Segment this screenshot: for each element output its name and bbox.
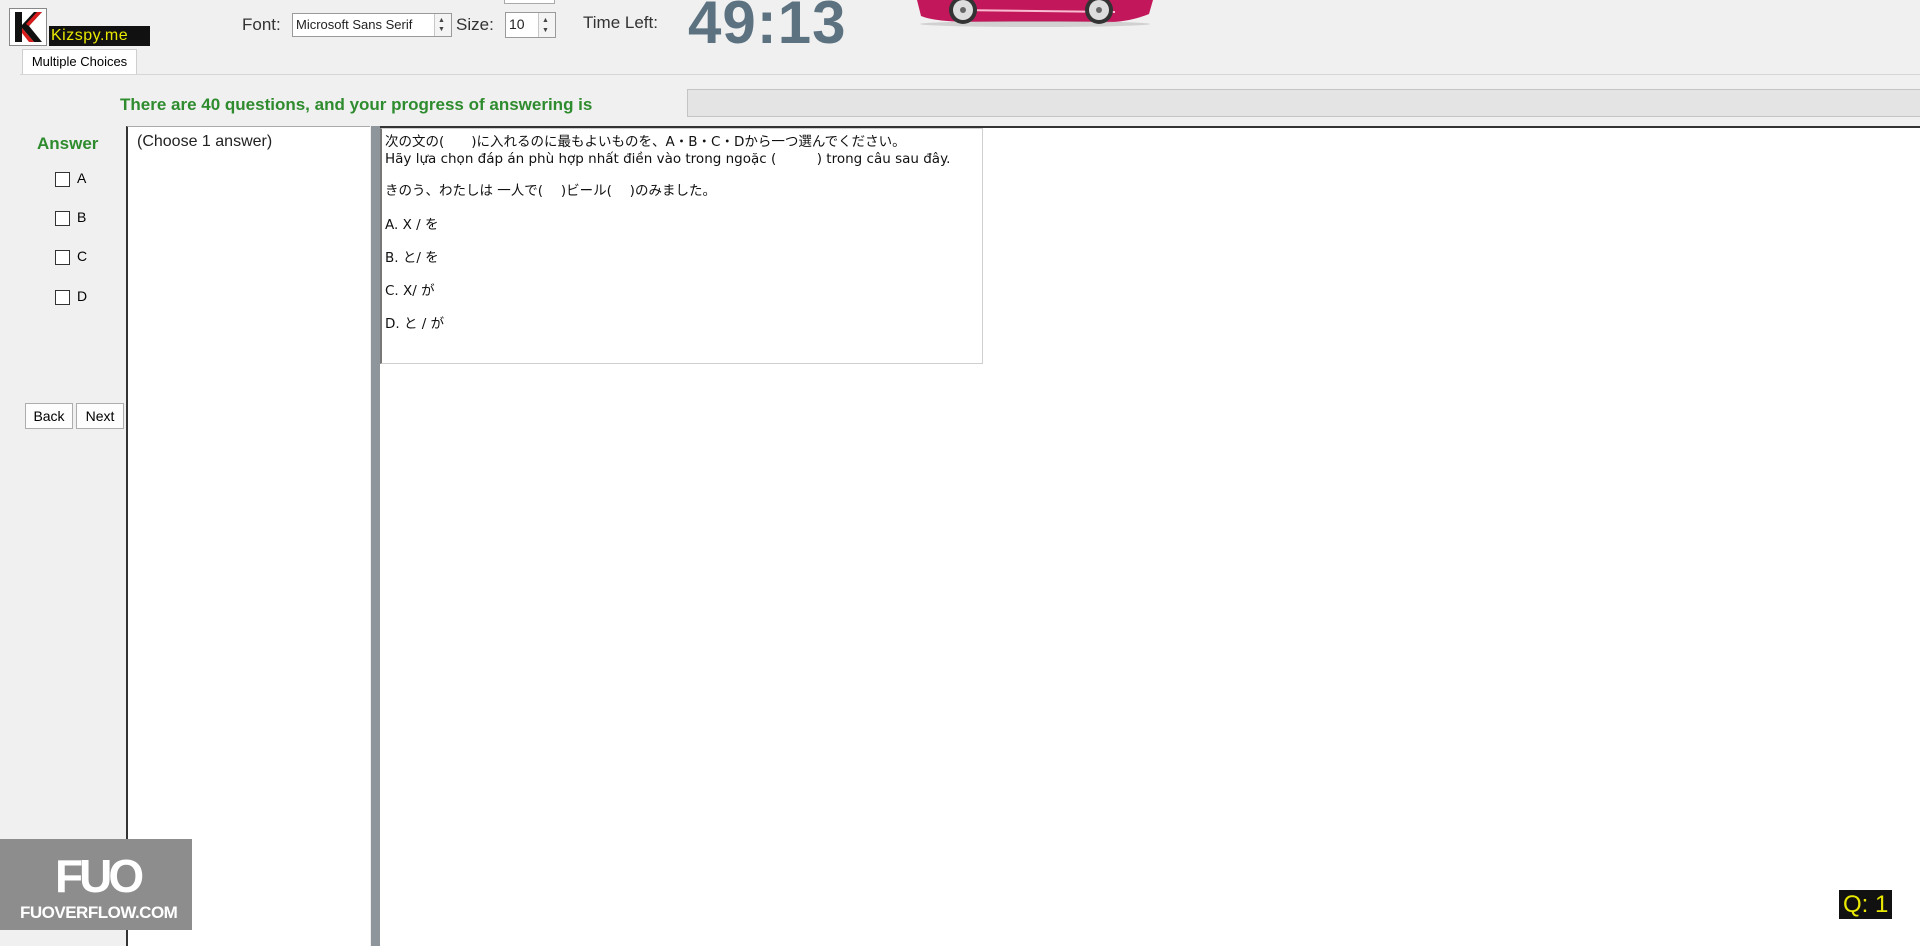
question-number-badge: Q: 1 bbox=[1839, 890, 1892, 919]
size-stepper[interactable]: 10 ▲ ▼ bbox=[505, 12, 556, 38]
question-sentence: きのう、わたしは 一人で( )ビール( )のみました。 bbox=[385, 183, 716, 199]
spin-down-icon[interactable]: ▼ bbox=[542, 27, 549, 34]
choose-panel: (Choose 1 answer) bbox=[126, 126, 370, 946]
size-label: Size: bbox=[456, 15, 494, 34]
tab-multiple-choices[interactable]: Multiple Choices bbox=[22, 49, 137, 75]
spin-up-icon[interactable]: ▲ bbox=[542, 17, 549, 24]
progress-text: There are 40 questions, and your progres… bbox=[120, 95, 593, 114]
option-label: D bbox=[77, 288, 88, 304]
option-label: B bbox=[77, 209, 87, 225]
question-panel: 次の文の( )に入れるのに最もよいものを、A・B・C・Dから一つ選んでください。… bbox=[380, 126, 1920, 946]
option-label: C bbox=[77, 248, 88, 264]
app-logo: Kizspy.me bbox=[9, 8, 150, 48]
answer-option-a[interactable]: A bbox=[55, 170, 86, 187]
tab-divider bbox=[20, 74, 1920, 75]
watermark: FUO FUOVERFLOW.COM bbox=[0, 839, 192, 930]
checkbox[interactable] bbox=[55, 249, 70, 265]
answer-option-d[interactable]: D bbox=[55, 288, 87, 305]
choice-b: B. と/ を bbox=[385, 250, 439, 266]
hidden-control-edge bbox=[504, 0, 555, 4]
next-button[interactable]: Next bbox=[76, 403, 124, 429]
option-label: A bbox=[77, 170, 87, 186]
font-value: Microsoft Sans Serif bbox=[296, 17, 413, 32]
choice-c: C. X/ が bbox=[385, 283, 435, 299]
panel-splitter[interactable] bbox=[371, 126, 380, 946]
font-spinner-buttons[interactable]: ▲ ▼ bbox=[434, 14, 451, 36]
spin-up-icon[interactable]: ▲ bbox=[438, 17, 445, 24]
size-value: 10 bbox=[509, 16, 525, 32]
answer-header: Answer bbox=[37, 134, 99, 153]
k-logo-icon bbox=[9, 8, 47, 46]
checkbox[interactable] bbox=[55, 210, 70, 226]
font-label: Font: bbox=[242, 15, 281, 34]
choice-d: D. と / が bbox=[385, 316, 445, 332]
checkbox[interactable] bbox=[55, 171, 70, 187]
countdown-timer: 49:13 bbox=[688, 0, 847, 56]
back-button[interactable]: Back bbox=[25, 403, 73, 429]
brand-name: Kizspy.me bbox=[49, 26, 150, 46]
watermark-site: FUOVERFLOW.COM bbox=[20, 903, 178, 922]
progress-bar bbox=[687, 89, 1920, 117]
time-left-label: Time Left: bbox=[583, 13, 658, 32]
instruction-vi: Hãy lựa chọn đáp án phù hợp nhất điền và… bbox=[385, 151, 951, 167]
font-select[interactable]: Microsoft Sans Serif ▲ ▼ bbox=[292, 13, 452, 37]
size-spinner-buttons[interactable]: ▲ ▼ bbox=[538, 13, 555, 37]
choose-hint: (Choose 1 answer) bbox=[137, 133, 273, 150]
answer-option-b[interactable]: B bbox=[55, 209, 86, 226]
checkbox[interactable] bbox=[55, 289, 70, 305]
car-image bbox=[917, 0, 1153, 27]
question-box: 次の文の( )に入れるのに最もよいものを、A・B・C・Dから一つ選んでください。… bbox=[380, 128, 983, 364]
choice-a: A. X / を bbox=[385, 217, 439, 233]
answer-option-c[interactable]: C bbox=[55, 248, 87, 265]
watermark-logo: FUO bbox=[55, 850, 144, 902]
spin-down-icon[interactable]: ▼ bbox=[438, 26, 445, 33]
